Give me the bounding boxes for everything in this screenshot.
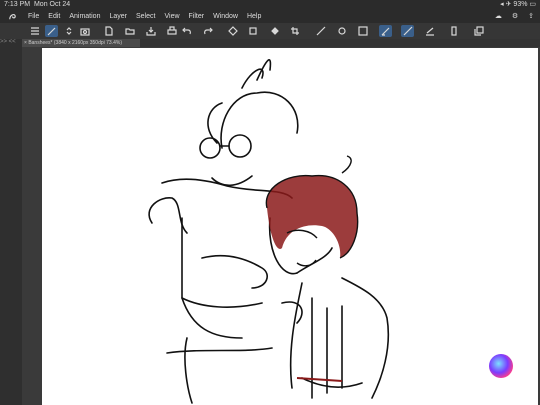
save-icon[interactable]	[144, 25, 157, 37]
menu-window[interactable]: Window	[213, 10, 238, 23]
stroke-icon[interactable]	[423, 25, 436, 37]
menu-bar: File Edit Animation Layer Select View Fi…	[0, 10, 540, 23]
drawing-canvas[interactable]	[42, 48, 538, 405]
menu-edit[interactable]: Edit	[48, 10, 60, 23]
brush-tool-icon[interactable]	[45, 25, 58, 37]
ruler-icon[interactable]	[314, 25, 327, 37]
undo-icon[interactable]	[180, 25, 193, 37]
settings-icon[interactable]: ⚙	[512, 10, 518, 23]
sketch-artwork	[148, 59, 390, 404]
menu-layer[interactable]: Layer	[109, 10, 127, 23]
copy-icon[interactable]	[472, 25, 485, 37]
menu-icon[interactable]	[28, 25, 41, 37]
print-icon[interactable]	[165, 25, 178, 37]
open-folder-icon[interactable]	[123, 25, 136, 37]
app-logo-icon[interactable]	[8, 12, 17, 21]
snap-icon[interactable]	[335, 25, 348, 37]
status-time: 7:13 PM Mon Oct 24	[4, 1, 71, 8]
menu-help[interactable]: Help	[247, 10, 261, 23]
stepper-icon[interactable]	[62, 25, 75, 37]
share-icon[interactable]: ⇪	[528, 10, 534, 23]
menu-file[interactable]: File	[28, 10, 39, 23]
cloud-icon[interactable]: ☁	[495, 10, 502, 23]
layer-select-icon[interactable]	[356, 25, 369, 37]
layer-icon[interactable]	[226, 25, 239, 37]
new-page-icon[interactable]	[102, 25, 115, 37]
menu-view[interactable]: View	[164, 10, 179, 23]
camera-icon[interactable]	[78, 25, 91, 37]
pencil-icon[interactable]	[401, 25, 414, 37]
pen-icon[interactable]	[379, 25, 392, 37]
left-panel-strip[interactable]: >> <<	[0, 39, 22, 405]
toolbar	[0, 23, 540, 40]
redo-icon[interactable]	[201, 25, 214, 37]
siri-icon[interactable]	[489, 354, 513, 378]
fill-icon[interactable]	[268, 25, 281, 37]
menu-animation[interactable]: Animation	[69, 10, 100, 23]
transform-icon[interactable]	[246, 25, 259, 37]
document-tab-label: Banshees* (3840 x 2160px 350dpi 73.4%)	[28, 40, 122, 46]
status-bar: 7:13 PM Mon Oct 24 ◂ ✈ 93% ▭	[0, 0, 540, 10]
status-battery: ◂ ✈ 93% ▭	[500, 1, 536, 8]
document-tab[interactable]: × Banshees* (3840 x 2160px 350dpi 73.4%)	[22, 39, 140, 47]
crop-icon[interactable]	[288, 25, 301, 37]
menu-filter[interactable]: Filter	[189, 10, 205, 23]
device-icon[interactable]	[447, 25, 460, 37]
menu-select[interactable]: Select	[136, 10, 155, 23]
